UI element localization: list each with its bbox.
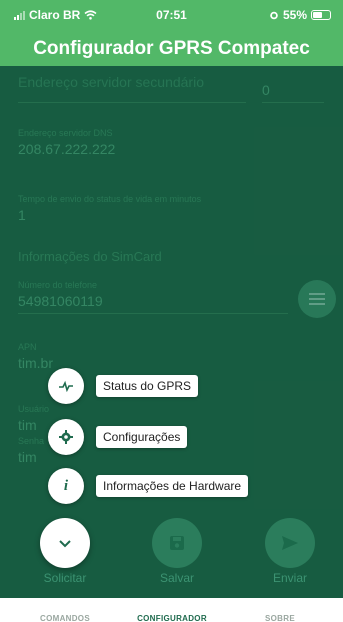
solicitar-button[interactable] [40,518,90,568]
bottom-nav: COMANDOS CONFIGURADOR SOBRE [0,598,343,622]
tab-configurador[interactable]: CONFIGURADOR [115,614,229,622]
chevron-down-icon [59,539,71,547]
status-gprs-label[interactable]: Status do GPRS [96,375,199,397]
speed-dial-hardware[interactable]: i [48,468,84,504]
info-icon[interactable]: i [48,468,84,504]
battery-percent: 55% [282,8,307,22]
page-title: Configurador GPRS Compatec [33,38,310,59]
pulse-icon[interactable] [48,368,84,404]
save-icon [170,536,184,550]
alarm-icon [270,11,278,20]
status-right: 55% [269,8,331,22]
salvar-label: Salvar [159,571,194,585]
hardware-label[interactable]: Informações de Hardware [96,475,249,497]
tab-comandos[interactable]: COMANDOS [8,614,122,622]
gear-icon[interactable] [48,419,84,455]
battery-icon [311,10,331,20]
solicitar-label: Solicitar [43,571,87,585]
speed-dial-configuracoes[interactable] [48,419,84,455]
enviar-label: Enviar [272,571,307,585]
enviar-button[interactable] [265,518,315,568]
speed-dial-status-gprs[interactable] [48,368,84,404]
tab-sobre[interactable]: SOBRE [223,614,337,622]
app-header: Claro BR 07:51 55% Configurador GPRS Com… [0,0,343,66]
send-icon [282,536,298,550]
status-bar: Claro BR 07:51 55% [0,0,343,28]
configuracoes-label[interactable]: Configurações [96,426,188,448]
salvar-button[interactable] [152,518,202,568]
config-form: Endereço servidor secundário 0 Endereço … [0,66,343,598]
